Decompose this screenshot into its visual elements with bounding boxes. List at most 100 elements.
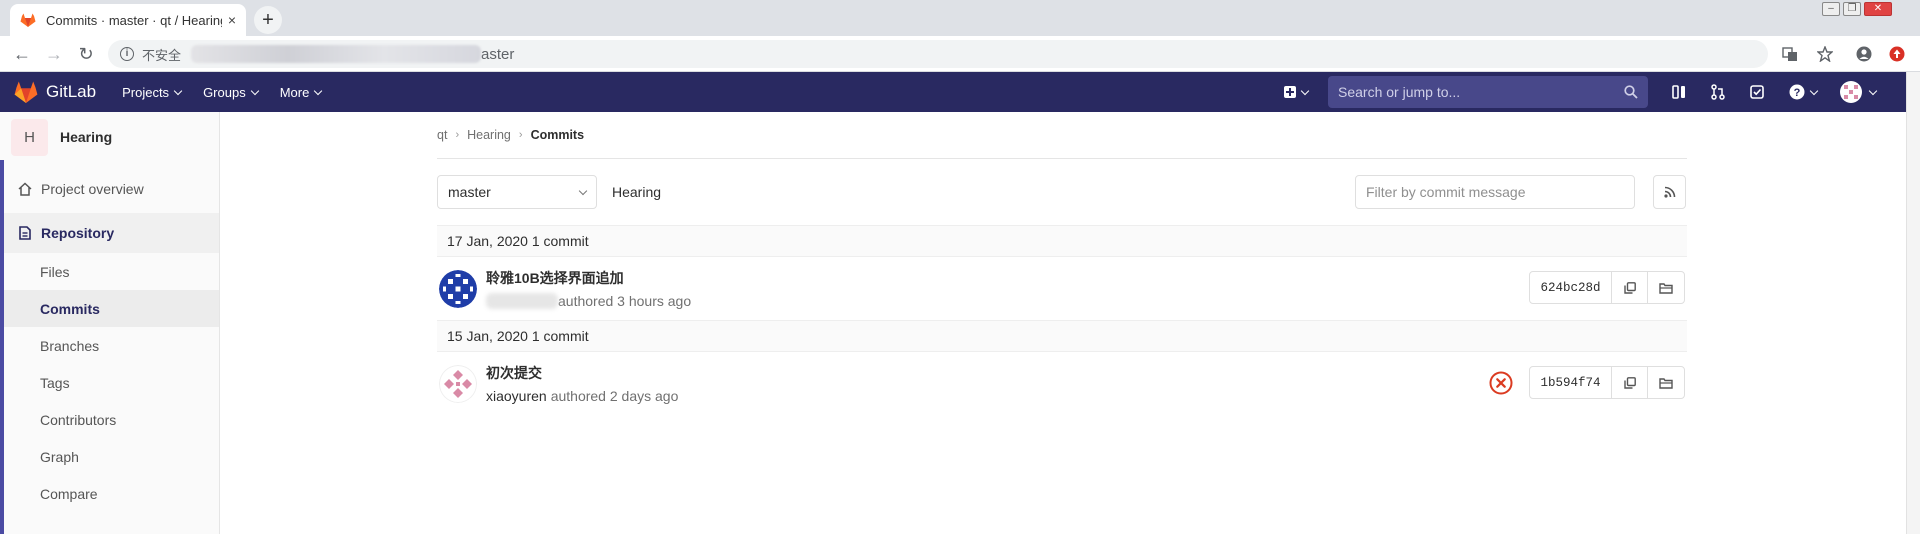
chevron-down-icon	[578, 186, 588, 195]
branch-dropdown[interactable]: master	[437, 175, 597, 209]
brand-name: GitLab	[46, 82, 97, 101]
breadcrumb-group[interactable]: qt	[437, 128, 447, 142]
top-nav: Projects Groups More	[122, 84, 323, 100]
copy-sha-button[interactable]	[1612, 272, 1648, 303]
commit-info: 聆雅10B选择界面追加 authored 3 hours ago	[486, 268, 691, 309]
project-path-label: Hearing	[612, 184, 662, 200]
nav-groups-label: Groups	[203, 84, 246, 100]
window-controls: – ❐ ✕	[1822, 2, 1892, 16]
copy-sha-button[interactable]	[1612, 367, 1648, 398]
folder-open-icon	[1659, 282, 1673, 294]
page-scrollbar[interactable]	[1906, 72, 1920, 534]
chevron-down-icon[interactable]	[1868, 86, 1878, 95]
breadcrumb: qt › Hearing › Commits	[437, 112, 1687, 159]
help-icon[interactable]: ?	[1788, 84, 1819, 100]
browser-address-bar: ← → ↻ i 不安全 aster	[0, 36, 1920, 72]
home-icon	[17, 181, 33, 197]
breadcrumb-project[interactable]: Hearing	[467, 128, 511, 142]
commit-day-header: 15 Jan, 2020 1 commit	[437, 320, 1687, 352]
global-search[interactable]	[1328, 76, 1648, 108]
nav-more-label: More	[279, 84, 310, 100]
forward-icon[interactable]: →	[44, 44, 64, 64]
sidebar-item-branches[interactable]: Branches	[0, 327, 219, 364]
breadcrumb-current[interactable]: Commits	[531, 128, 584, 142]
rss-button[interactable]	[1653, 175, 1686, 209]
rss-icon	[1663, 186, 1675, 198]
nav-projects-label: Projects	[122, 84, 170, 100]
commit-filter-input[interactable]	[1355, 175, 1635, 209]
sidebar-item-commits[interactable]: Commits	[0, 290, 219, 327]
chevron-down-icon	[1300, 86, 1310, 95]
sidebar-item-files[interactable]: Files	[0, 253, 219, 290]
url-text: aster	[481, 45, 515, 63]
commit-author-name[interactable]: xiaoyuren	[486, 388, 547, 404]
svg-text:?: ?	[1794, 87, 1801, 99]
commit-sha[interactable]: 1b594f74	[1530, 367, 1612, 398]
sidebar-toggle-icon[interactable]	[1671, 84, 1687, 100]
search-input[interactable]	[1338, 84, 1598, 100]
sidebar-item-graph[interactable]: Graph	[0, 438, 219, 475]
header-right: ?	[1284, 72, 1878, 112]
chevron-right-icon: ›	[455, 129, 460, 141]
profile-icon[interactable]	[1856, 46, 1872, 62]
browser-tab-bar: Commits · master · qt / Hearing × + – ❐ …	[0, 0, 1920, 36]
info-icon[interactable]: i	[120, 47, 134, 61]
commit-row: 聆雅10B选择界面追加 authored 3 hours ago 624bc28…	[437, 257, 1687, 320]
sidebar-project-header[interactable]: H Hearing	[0, 112, 219, 162]
search-icon	[1624, 85, 1638, 99]
tab-close-icon[interactable]: ×	[228, 12, 236, 28]
project-name: Hearing	[60, 129, 113, 145]
commit-authored-time: authored 2 days ago	[550, 388, 679, 404]
copy-icon	[1623, 281, 1636, 294]
browse-files-button[interactable]	[1648, 272, 1684, 303]
chevron-down-icon	[173, 86, 183, 95]
bookmark-star-icon[interactable]	[1817, 46, 1833, 62]
commit-title[interactable]: 聆雅10B选择界面追加	[486, 268, 691, 288]
sidebar-item-project-overview[interactable]: Project overview	[0, 170, 219, 207]
back-icon[interactable]: ←	[12, 44, 32, 64]
commit-author-avatar[interactable]	[439, 364, 477, 403]
user-avatar[interactable]	[1840, 81, 1862, 103]
gitlab-home-link[interactable]: GitLab	[14, 81, 96, 103]
extension-icon[interactable]	[1889, 46, 1905, 62]
author-redacted	[486, 293, 558, 309]
pipeline-failed-icon[interactable]	[1489, 371, 1513, 395]
sidebar-item-contributors[interactable]: Contributors	[0, 401, 219, 438]
browse-files-button[interactable]	[1648, 367, 1684, 398]
browser-tab[interactable]: Commits · master · qt / Hearing ×	[10, 4, 246, 36]
minimize-icon[interactable]: –	[1822, 2, 1840, 16]
new-item-button[interactable]	[1284, 86, 1310, 98]
nav-projects[interactable]: Projects	[122, 84, 183, 100]
url-field[interactable]: i 不安全 aster	[108, 40, 1768, 68]
sidebar-item-repository[interactable]: Repository	[0, 213, 219, 253]
translate-icon[interactable]	[1782, 46, 1798, 62]
commit-author-avatar[interactable]	[439, 269, 477, 308]
sidebar-item-tags[interactable]: Tags	[0, 364, 219, 401]
commit-authored-time: authored 3 hours ago	[558, 293, 692, 309]
todos-icon[interactable]	[1749, 84, 1765, 100]
commit-sha[interactable]: 624bc28d	[1530, 272, 1612, 303]
sidebar-item-compare[interactable]: Compare	[0, 475, 219, 512]
window-close-icon[interactable]: ✕	[1864, 2, 1892, 16]
commit-meta: xiaoyuren authored 2 days ago	[486, 388, 678, 404]
nav-more[interactable]: More	[279, 84, 323, 100]
commit-sha-group: 624bc28d	[1529, 271, 1685, 304]
commit-info: 初次提交 xiaoyuren authored 2 days ago	[486, 363, 678, 404]
sidebar-item-label: Project overview	[41, 180, 144, 197]
gitlab-header: GitLab Projects Groups More ?	[0, 72, 1920, 112]
commit-title[interactable]: 初次提交	[486, 363, 678, 383]
main-content: qt › Hearing › Commits master Hearing 17…	[437, 112, 1687, 415]
copy-icon	[1623, 376, 1636, 389]
branch-name: master	[448, 184, 491, 200]
reload-icon[interactable]: ↻	[76, 44, 96, 64]
new-tab-button[interactable]: +	[254, 6, 282, 34]
nav-groups[interactable]: Groups	[203, 84, 259, 100]
chevron-right-icon: ›	[518, 129, 523, 141]
plus-square-icon	[1284, 86, 1296, 98]
commit-meta: authored 3 hours ago	[486, 293, 691, 309]
restore-icon[interactable]: ❐	[1843, 2, 1861, 16]
url-redacted	[191, 45, 482, 63]
commit-sha-group: 1b594f74	[1529, 366, 1685, 399]
folder-open-icon	[1659, 377, 1673, 389]
merge-requests-icon[interactable]	[1710, 84, 1726, 100]
